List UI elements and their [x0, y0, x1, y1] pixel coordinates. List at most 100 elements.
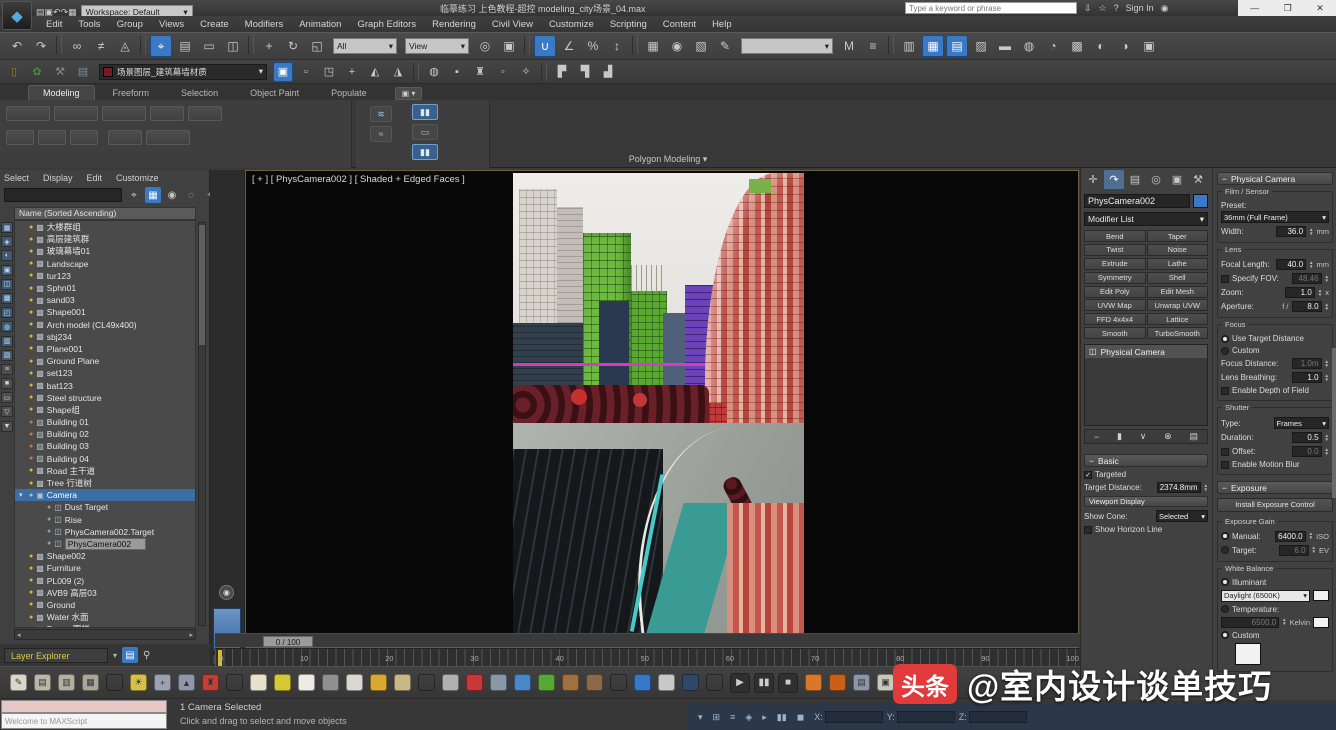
scene-object-row[interactable]: ● ▩ bat123 [15, 379, 195, 391]
scene-explorer-column-header[interactable]: Name (Sorted Ascending) [14, 207, 196, 220]
stack-item[interactable]: ◫Physical Camera [1085, 345, 1207, 358]
script-toolbar-icon[interactable] [562, 674, 579, 691]
zoom-input[interactable]: 1.0 [1285, 287, 1315, 298]
modifier-button[interactable]: TurboSmooth [1147, 327, 1209, 339]
stack-tool-icon[interactable]: ▤ [1190, 431, 1199, 442]
visibility-bulb-icon[interactable]: ● [29, 382, 33, 389]
scene-object-row[interactable]: ● ▩ AVB9 高层03 [15, 587, 195, 599]
horizon-checkbox[interactable] [1084, 526, 1092, 534]
layer-explorer-icon[interactable]: ▤ [122, 647, 138, 663]
scene-object-row[interactable]: ● ▩ Shape组 [15, 404, 195, 416]
modifier-button[interactable]: Bend [1084, 230, 1146, 242]
shutter-type-dropdown[interactable]: Frames▾ [1274, 417, 1330, 429]
display-filter-icon[interactable]: ▼ [1, 421, 13, 432]
command-panel-tab[interactable]: ◎ [1146, 170, 1166, 189]
toolbar-icon[interactable]: ∪ [534, 35, 556, 57]
ribbon-button[interactable] [108, 130, 142, 145]
named-selection-sets-dropdown[interactable]: ▾ [741, 38, 833, 54]
app-logo-button[interactable]: ◆ [2, 1, 32, 30]
display-filter-icon[interactable]: ■ [1, 378, 13, 389]
script-toolbar-icon[interactable] [706, 674, 723, 691]
toolbar-icon[interactable]: ◎ [474, 35, 496, 57]
ribbon-button[interactable]: ▮▮ [412, 104, 438, 120]
status-icon[interactable]: ⊞ [713, 712, 721, 723]
script-toolbar-icon[interactable] [829, 674, 846, 691]
film-preset-dropdown[interactable]: 36mm (Full Frame)▾ [1221, 211, 1329, 223]
toolbar-icon[interactable]: ▦ [922, 35, 944, 57]
ribbon-button[interactable] [70, 130, 98, 145]
toolbar-icon[interactable]: ≠ [90, 35, 112, 57]
visibility-bulb-icon[interactable]: ● [29, 248, 33, 255]
toolbar-icon[interactable]: ◫ [222, 35, 244, 57]
scene-object-row[interactable]: ● ▩ Sphn01 [15, 282, 195, 294]
display-filter-icon[interactable]: ≡ [1, 364, 13, 375]
visibility-bulb-icon[interactable]: ● [29, 601, 33, 608]
maxscript-macro-recorder[interactable] [1, 700, 167, 713]
modifier-button[interactable]: Edit Poly [1084, 286, 1146, 298]
time-slider-track[interactable]: 0 / 100 [215, 633, 1080, 647]
visibility-bulb-icon[interactable]: ● [29, 224, 33, 231]
modifier-button[interactable]: Unwrap UVW [1147, 299, 1209, 311]
toolbar-icon[interactable] [541, 62, 547, 82]
menu-item[interactable]: Scripting [602, 19, 655, 30]
scene-object-row[interactable]: ● ▩ set123 [15, 367, 195, 379]
scene-explorer-tool-icon[interactable]: ⌖ [126, 187, 142, 203]
modifier-button[interactable]: FFD 4x4x4 [1084, 313, 1146, 325]
toolbar-icon[interactable] [524, 35, 530, 55]
toolbar-icon[interactable]: + [342, 62, 362, 82]
playback-button[interactable]: ■ [778, 673, 798, 693]
status-icon[interactable]: ▸ [762, 712, 767, 723]
toolbar-icon[interactable]: ▯ [4, 62, 24, 82]
time-slider-handle[interactable]: 0 / 100 [263, 636, 313, 647]
close-button[interactable]: ✕ [1316, 0, 1324, 16]
visibility-bulb-icon[interactable]: ● [29, 370, 33, 377]
script-toolbar-icon[interactable] [514, 674, 531, 691]
playback-button[interactable]: ▮▮ [754, 673, 774, 693]
visibility-bulb-icon[interactable]: ● [29, 406, 33, 413]
scene-object-row[interactable]: ● ▩ Shape001 [15, 306, 195, 318]
toolbar-icon[interactable]: ▭ [198, 35, 220, 57]
scene-object-row[interactable]: ● ▩ sand03 [15, 294, 195, 306]
visibility-bulb-icon[interactable]: ● [29, 614, 33, 621]
command-panel-tab[interactable]: ✛ [1083, 170, 1103, 189]
film-width-input[interactable]: 36.0 [1276, 226, 1306, 237]
modifier-button[interactable]: UVW Map [1084, 299, 1146, 311]
scene-object-row[interactable]: ● ▩ 玻璃幕墙01 [15, 245, 195, 257]
object-color-swatch[interactable] [1193, 194, 1208, 208]
script-toolbar-icon[interactable] [442, 674, 459, 691]
toolbar-icon[interactable]: ∞ [66, 35, 88, 57]
scene-explorer-tool-icon[interactable]: ▦ [145, 187, 161, 203]
toolbar-icon[interactable]: ↻ [282, 35, 304, 57]
scene-object-row[interactable]: ● ▩ Fence 围栏 [15, 623, 195, 628]
exposure-rollout-header[interactable]: −Exposure [1217, 481, 1333, 494]
camera-panel-scrollbar[interactable] [1332, 348, 1336, 498]
offset-input[interactable]: 0.0 [1292, 446, 1322, 457]
script-toolbar-icon[interactable] [298, 674, 315, 691]
visibility-bulb-icon[interactable]: ● [29, 419, 33, 426]
spinner-arrows[interactable]: ▲▼ [1309, 532, 1313, 540]
toolbar-icon[interactable]: ▥ [898, 35, 920, 57]
expand-arrow-icon[interactable]: ▾ [19, 491, 26, 499]
toolbar-icon[interactable]: + [258, 35, 280, 57]
menu-item[interactable]: Group [109, 19, 151, 30]
scene-object-row[interactable]: ● ▨ Building 01 [15, 416, 195, 428]
toolbar-icon[interactable] [56, 35, 62, 55]
scene-explorer-tool-icon[interactable]: ◌ [183, 187, 199, 203]
scene-object-row[interactable]: ● ▩ tur123 [15, 270, 195, 282]
spinner-arrows[interactable]: ▲▼ [1325, 360, 1329, 368]
use-target-radio[interactable] [1221, 335, 1229, 343]
custom-wb-radio[interactable] [1221, 631, 1229, 639]
toolbar-icon[interactable]: ▛ [552, 62, 572, 82]
spinner-arrows[interactable]: ▲▼ [1204, 484, 1208, 492]
visibility-bulb-icon[interactable]: ● [29, 394, 33, 401]
script-toolbar-icon[interactable]: ▦ [82, 674, 99, 691]
viewport-settings-button[interactable]: ◉ [219, 585, 234, 600]
ribbon-panel-caption[interactable]: Polygon Modeling ▾ [0, 154, 1336, 165]
toolbar-icon[interactable]: ◭ [365, 62, 385, 82]
toolbar-icon[interactable]: ◦ [493, 62, 513, 82]
scene-object-row[interactable]: ● ▩ Ground Plane [15, 355, 195, 367]
scene-explorer-menu[interactable]: Customize [116, 173, 159, 183]
command-panel-tab[interactable]: ▣ [1167, 170, 1187, 189]
toolbar-icon[interactable]: ⚒ [50, 62, 70, 82]
modifier-button[interactable]: Shell [1147, 272, 1209, 284]
